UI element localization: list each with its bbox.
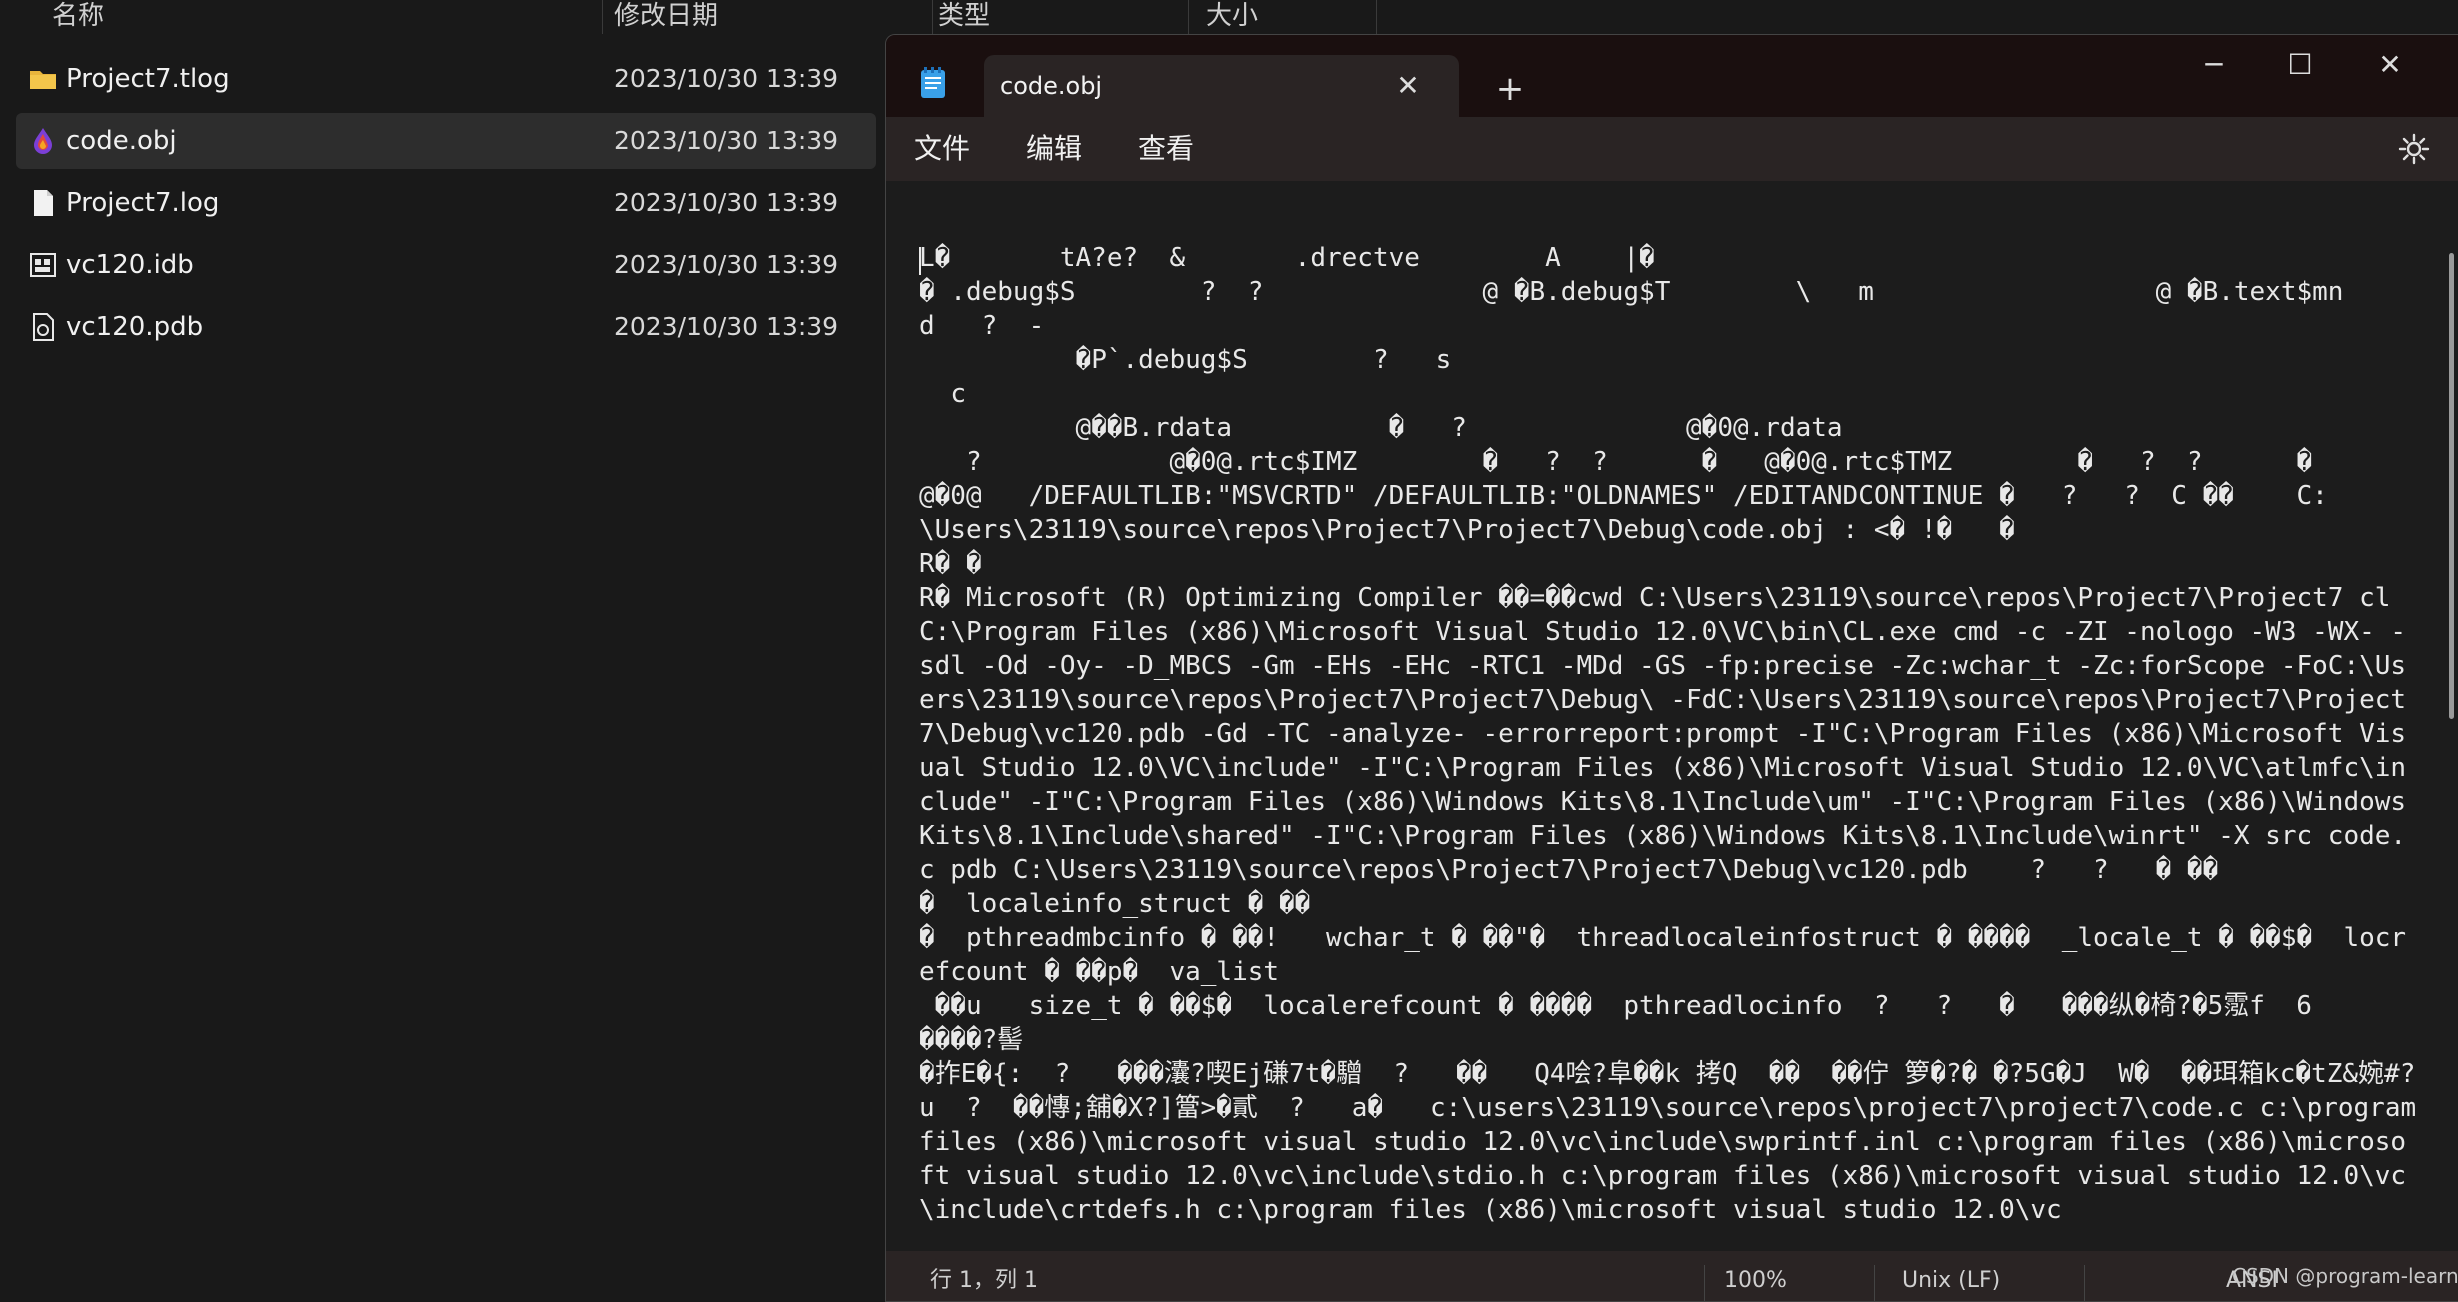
file-date: 2023/10/30 13:39 [614, 126, 839, 155]
drop-icon [34, 128, 52, 154]
file-date: 2023/10/30 13:39 [614, 250, 839, 279]
column-header-name[interactable]: 名称 [52, 0, 603, 34]
title-bar[interactable]: code.obj ✕ + ─ ☐ ✕ [886, 35, 2458, 117]
column-header-label: 修改日期 [614, 1, 719, 31]
file-name: Project7.log [66, 188, 220, 218]
zoom-level[interactable]: 100% [1724, 1251, 1787, 1301]
status-divider [1704, 1265, 1705, 1301]
folder-icon [30, 71, 56, 89]
status-divider [2084, 1265, 2085, 1301]
column-header-type[interactable]: 类型 [938, 0, 1189, 34]
file-row-vc120-idb[interactable]: vc120.idb 2023/10/30 13:39 [16, 237, 876, 293]
text-caret [919, 247, 921, 275]
scrollbar-thumb[interactable] [2449, 253, 2454, 719]
vertical-scrollbar[interactable] [2444, 181, 2458, 1251]
column-header-label: 大小 [1206, 1, 1259, 31]
watermark-text: CSDN @program-learner [2232, 1264, 2458, 1288]
line-ending[interactable]: Unix (LF) [1902, 1251, 2000, 1301]
column-header-label: 名称 [52, 1, 105, 31]
settings-gear-icon[interactable] [2396, 131, 2432, 167]
file-name: vc120.pdb [66, 312, 204, 342]
file-name: vc120.idb [66, 250, 194, 280]
column-header-date[interactable]: 修改日期 [614, 0, 933, 34]
file-name: Project7.tlog [66, 64, 230, 94]
file-date: 2023/10/30 13:39 [614, 188, 839, 217]
database-file-icon [30, 253, 56, 277]
tab-title: code.obj [1000, 72, 1103, 100]
file-name: code.obj [66, 126, 177, 156]
editor-content[interactable]: L� tA?e? & .drectve A |� � .debug$S ? ? … [919, 241, 2419, 1227]
status-divider [1874, 1265, 1875, 1301]
close-tab-icon[interactable]: ✕ [1394, 72, 1422, 100]
column-header-label: 类型 [938, 1, 991, 31]
tab-code-obj[interactable]: code.obj ✕ [984, 55, 1459, 117]
text-file-icon [34, 190, 53, 216]
close-window-icon[interactable]: ✕ [2360, 45, 2420, 85]
text-editor[interactable]: L� tA?e? & .drectve A |� � .debug$S ? ? … [886, 181, 2444, 1251]
file-row-vc120-pdb[interactable]: vc120.pdb 2023/10/30 13:39 [16, 299, 876, 355]
status-bar: 行 1，列 1 100% Unix (LF) ANSI [886, 1251, 2458, 1301]
cursor-position: 行 1，列 1 [930, 1268, 1038, 1293]
notepad-app-icon [921, 67, 945, 98]
column-header-size[interactable]: 大小 [1206, 0, 1377, 34]
new-tab-icon[interactable]: + [1492, 71, 1528, 107]
minimize-icon[interactable]: ─ [2184, 45, 2244, 85]
menu-edit[interactable]: 编辑 [1026, 117, 1082, 181]
file-date: 2023/10/30 13:39 [614, 64, 839, 93]
menu-view[interactable]: 查看 [1138, 117, 1194, 181]
notepad-window: code.obj ✕ + ─ ☐ ✕ 文件 编辑 查看 L� tA?e? & .… [885, 34, 2458, 1302]
file-row-code-obj[interactable]: code.obj 2023/10/30 13:39 [16, 113, 876, 169]
menu-bar: 文件 编辑 查看 [886, 117, 2458, 181]
file-date: 2023/10/30 13:39 [614, 312, 839, 341]
menu-file[interactable]: 文件 [914, 117, 970, 181]
file-row-project7-tlog[interactable]: Project7.tlog 2023/10/30 13:39 [16, 51, 876, 107]
file-row-project7-log[interactable]: Project7.log 2023/10/30 13:39 [16, 175, 876, 231]
pdb-file-icon [33, 313, 54, 341]
maximize-icon[interactable]: ☐ [2270, 45, 2330, 85]
